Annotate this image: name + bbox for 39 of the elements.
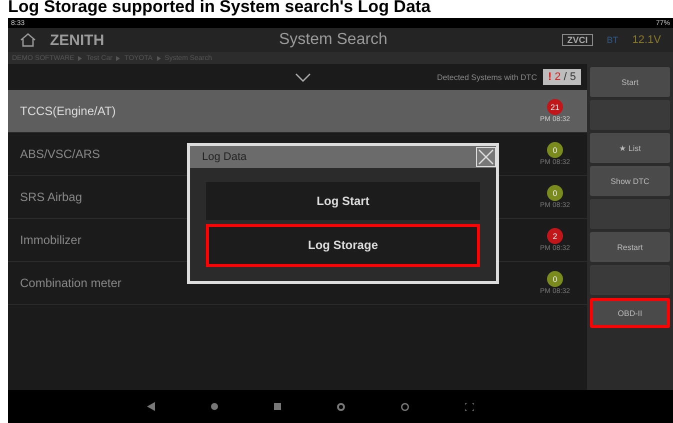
screen-title: System Search (278, 31, 388, 49)
chevron-down-icon[interactable] (294, 72, 311, 82)
system-name: Immobilizer (20, 233, 82, 247)
side-button[interactable]: Restart (590, 232, 670, 262)
circle-icon[interactable] (401, 402, 409, 410)
dtc-badge: 21 (547, 99, 563, 115)
dialog-button[interactable]: Log Storage (206, 224, 480, 267)
system-name: SRS Airbag (20, 190, 82, 204)
dtc-badge: 0 (547, 142, 563, 158)
dtc-badge: 0 (547, 271, 563, 287)
arrow-right-icon (78, 56, 82, 60)
side-button[interactable]: ★ List (590, 133, 670, 163)
system-name: ABS/VSC/ARS (20, 147, 100, 161)
total-count: / 5 (564, 71, 576, 83)
dtc-count: 2 (554, 71, 561, 83)
caption-text: Log Storage supported in System search's Log Data (7, 0, 432, 18)
side-button[interactable]: Show DTC (590, 166, 670, 196)
system-name: TCCS(Engine/AT) (20, 104, 116, 118)
arrow-right-icon (156, 56, 161, 60)
home-dot-icon[interactable] (211, 403, 218, 410)
side-button[interactable]: OBD-II (590, 298, 670, 328)
alert-mark: ! (548, 71, 552, 83)
dialog-button[interactable]: Log Start (206, 182, 480, 220)
dtc-badge: 0 (547, 185, 563, 201)
device-logo: ZVCI (562, 34, 593, 46)
side-button[interactable]: Start (590, 67, 670, 97)
dtc-badge: 2 (547, 228, 563, 244)
brand-logo: ZENITH (50, 32, 104, 48)
dialog-title: Log Data (202, 151, 247, 163)
back-icon[interactable] (147, 402, 155, 411)
arrow-right-icon (116, 56, 120, 60)
summary-label: Detected Systems with DTC (436, 72, 537, 82)
home-icon[interactable] (20, 33, 36, 47)
capture-icon[interactable] (465, 402, 474, 410)
settings-icon[interactable] (337, 402, 345, 410)
voltage-reading: 12.1V (632, 34, 661, 46)
bluetooth-label: BT (606, 35, 618, 45)
system-name: Combination meter (20, 276, 122, 290)
close-icon[interactable] (476, 147, 496, 167)
